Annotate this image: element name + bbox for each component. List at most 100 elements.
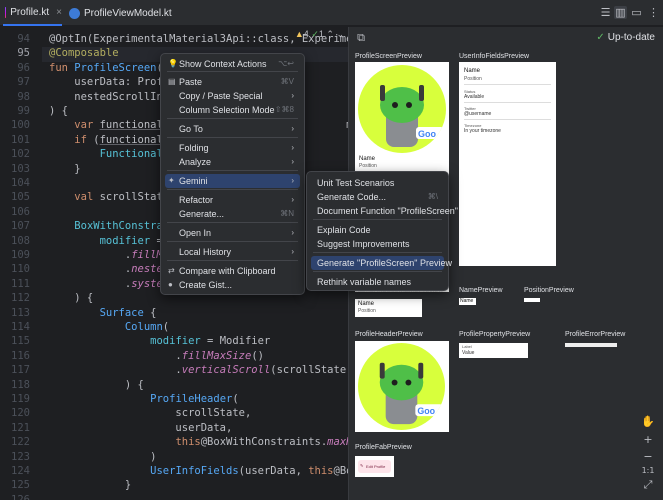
line-number-gutter: 94 95 96 97 98 99 100 101 102 103 104 105 106 107 108 1… [0, 27, 42, 500]
code-line: this@BoxWithConstraints.maxHeight [175, 436, 348, 449]
menu-item-paste[interactable]: ▤ Paste ⌘V [165, 75, 300, 89]
menu-item-folding[interactable]: Folding › [165, 141, 300, 155]
android-avatar-image: Goo [358, 343, 445, 430]
close-icon[interactable]: × [56, 7, 62, 18]
line-number: 98 [17, 90, 30, 103]
code-line: ) { [49, 378, 144, 391]
design-view-icon[interactable]: ▭ [630, 6, 643, 19]
menu-shortcut: ⌘V [280, 77, 294, 86]
code-line: Column( [124, 321, 170, 333]
submenu-item-rethink-variable-names[interactable]: Rethink variable names [311, 275, 444, 289]
profile-property-preview[interactable]: Label Value [459, 343, 528, 358]
chevron-right-icon: › [291, 176, 294, 185]
line-number: 111 [11, 277, 30, 290]
menu-item-go-to[interactable]: Go To › [165, 122, 300, 136]
menu-shortcut: ⌥↩ [278, 59, 294, 68]
preview-label-name: NamePreview [459, 287, 503, 294]
menu-item-label: Column Selection Mode [179, 105, 275, 115]
position-preview[interactable] [524, 298, 540, 302]
code-line: ) { [49, 292, 94, 305]
pencil-icon: ✎ [360, 463, 364, 468]
editor-context-menu: 💡 Show Context Actions ⌥↩ ▤ Paste ⌘V Copy / Pa… [160, 53, 305, 295]
menu-item-label: Document Function "ProfileScreen" [317, 206, 458, 216]
split-view-icon[interactable]: ▥ [614, 6, 627, 19]
menu-item-analyze[interactable]: Analyze › [165, 155, 300, 169]
preview-label-profile-error: ProfileErrorPreview [565, 331, 626, 338]
menu-item-compare-with-clipboard[interactable]: ⇄ Compare with Clipboard [165, 264, 300, 278]
menu-item-label: Generate... [179, 209, 225, 219]
menu-item-label: Unit Test Scenarios [317, 178, 395, 188]
menu-item-label: Paste [179, 77, 203, 87]
menu-separator [313, 219, 442, 220]
menu-item-label: Go To [179, 124, 203, 134]
menu-item-gemini[interactable]: ✦ Gemini › [165, 174, 300, 188]
profile-fab-preview[interactable]: ✎ Edit Profile [355, 456, 394, 477]
line-number: 103 [11, 162, 30, 175]
line-number: 113 [11, 306, 30, 319]
preview-label-profile-screen: ProfileScreenPreview [355, 53, 422, 60]
preview-layout-icon[interactable]: ⧉ [353, 30, 369, 46]
menu-lines-icon[interactable]: ☰ [599, 6, 612, 19]
line-number: 101 [11, 133, 30, 146]
menu-separator [313, 252, 442, 253]
code-line: } [49, 162, 81, 175]
menu-separator [167, 137, 298, 138]
menu-item-generate[interactable]: Generate... ⌘N [165, 207, 300, 221]
code-line: .verticalScroll(scrollState), [49, 364, 348, 377]
zoom-in-icon[interactable]: + [640, 432, 656, 448]
kotlin-file-icon [5, 6, 7, 18]
tab-profileviewmodel-kt[interactable]: ProfileViewModel.kt [69, 0, 172, 26]
menu-item-refactor[interactable]: Refactor › [165, 193, 300, 207]
line-number: 122 [11, 436, 30, 449]
chevron-right-icon: › [291, 247, 294, 256]
submenu-item-document-function-profilescreen[interactable]: Document Function "ProfileScreen" [311, 204, 458, 218]
menu-item-label: Local History [179, 247, 232, 257]
tab-profile-kt[interactable]: Profile.kt × [3, 0, 62, 26]
line-number: 96 [17, 61, 30, 74]
menu-shortcut: ⇧⌘8 [274, 105, 294, 114]
line-number: 112 [11, 292, 30, 305]
line-number: 99 [17, 105, 30, 117]
pan-hand-icon[interactable]: ✋ [640, 414, 656, 430]
submenu-item-explain-code[interactable]: Explain Code [311, 223, 444, 237]
compare-icon: ⇄ [168, 266, 175, 275]
menu-item-label: Create Gist... [179, 280, 233, 290]
profile-header-preview[interactable]: Goo [355, 341, 449, 432]
menu-item-create-gist[interactable]: ● Create Gist... [165, 278, 300, 292]
code-line: Surface { [99, 306, 157, 319]
line-number: 123 [11, 450, 30, 463]
menu-item-copy-paste-special[interactable]: Copy / Paste Special › [165, 89, 300, 103]
more-options-icon[interactable]: ⋮ [647, 6, 660, 19]
svg-text:Goo: Goo [417, 406, 435, 416]
code-line: scrollState, [49, 407, 252, 420]
menu-item-open-in[interactable]: Open In › [165, 226, 300, 240]
submenu-item-generate-profilescreen-preview[interactable]: Generate "ProfileScreen" Preview [311, 256, 452, 270]
menu-item-show-context-actions[interactable]: 💡 Show Context Actions ⌥↩ [165, 57, 300, 71]
profile-error-preview[interactable] [565, 343, 617, 347]
menu-shortcut: ⌘N [280, 209, 294, 218]
code-line: .fillMaxSize() [49, 349, 264, 362]
line-number: 108 [11, 234, 30, 247]
line-number: 119 [11, 393, 30, 405]
userinfo-fields-preview[interactable]: Name Position Status Available Twitter @… [459, 62, 556, 266]
menu-item-label: Explain Code [317, 225, 371, 235]
name-username-preview[interactable]: Name Position [355, 299, 422, 317]
svg-text:Goo: Goo [418, 129, 436, 139]
code-line: @OptIn(ExperimentalMaterial3Api::class, … [49, 33, 348, 45]
menu-item-label: Gemini [179, 176, 208, 186]
line-number: 120 [11, 407, 30, 420]
android-avatar-image: Goo [358, 65, 446, 153]
tab-label: Profile.kt [10, 6, 50, 18]
line-number: 121 [11, 421, 30, 434]
menu-item-local-history[interactable]: Local History › [165, 245, 300, 259]
menu-item-column-selection-mode[interactable]: Column Selection Mode ⇧⌘8 [165, 103, 300, 117]
submenu-item-suggest-improvements[interactable]: Suggest Improvements [311, 237, 444, 251]
submenu-item-generate-code[interactable]: Generate Code... ⌘\ [311, 190, 444, 204]
line-number: 117 [11, 364, 30, 377]
zoom-to-fit-icon[interactable]: ⤢ [640, 477, 656, 493]
line-number: 95 [17, 47, 30, 60]
line-number: 94 [17, 33, 30, 45]
preview-status: ✓ Up-to-date [596, 32, 655, 43]
name-preview[interactable]: Name [459, 298, 476, 305]
submenu-item-unit-test-scenarios[interactable]: Unit Test Scenarios [311, 176, 444, 190]
